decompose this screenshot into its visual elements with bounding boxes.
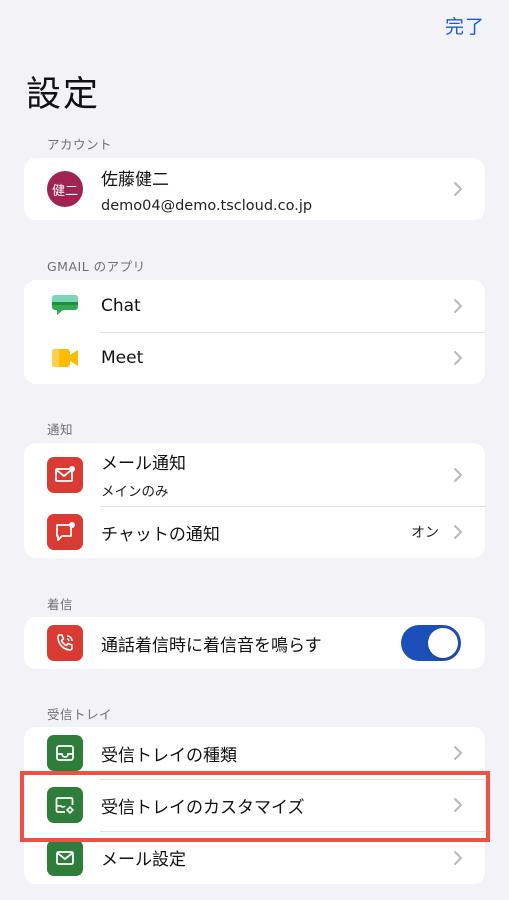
chevron-right-icon [454, 467, 462, 482]
chat-notification-row[interactable]: チャットの通知 オン [24, 506, 485, 558]
ringtone-label: 通話着信時に着信音を鳴らす [101, 635, 322, 656]
chevron-right-icon [454, 746, 462, 760]
chevron-right-icon [454, 525, 462, 539]
mail-notification-label: メール通知 [101, 454, 186, 474]
chevron-right-icon [454, 351, 462, 365]
phone-ring-icon [47, 625, 83, 661]
chevron-right-icon [454, 182, 462, 196]
mail-notification-icon [47, 456, 83, 493]
ringtone-card: 通話着信時に着信音を鳴らす [24, 617, 485, 669]
chat-notification-icon [47, 514, 83, 550]
inbox-card: 受信トレイの種類 受信トレイのカスタマイズ メール設定 [24, 727, 485, 884]
ringtone-row: 通話着信時に着信音を鳴らす [24, 617, 485, 669]
inbox-customize-row[interactable]: 受信トレイのカスタマイズ [24, 779, 485, 831]
chevron-right-icon [454, 299, 462, 313]
mail-settings-label: メール設定 [101, 850, 186, 870]
account-card: 健二 佐藤健二 demo04@demo.tscloud.co.jp [24, 158, 485, 220]
section-header-account: アカウント [47, 137, 113, 152]
ringtone-toggle[interactable] [401, 625, 461, 661]
done-button[interactable]: 完了 [445, 12, 485, 39]
section-header-gmail-apps: GMAIL のアプリ [47, 259, 146, 274]
section-header-notifications: 通知 [47, 422, 74, 437]
chat-app-label: Chat [101, 296, 141, 316]
meet-app-icon [47, 340, 83, 376]
section-header-ringtone: 着信 [47, 597, 74, 612]
account-email: demo04@demo.tscloud.co.jp [101, 197, 313, 214]
mail-notification-sub: メインのみ [101, 484, 169, 500]
meet-app-row[interactable]: Meet [24, 332, 485, 384]
inbox-customize-icon [47, 787, 83, 823]
inbox-icon [47, 735, 83, 771]
inbox-customize-label: 受信トレイのカスタマイズ [101, 797, 305, 818]
meet-app-label: Meet [101, 348, 144, 368]
notifications-card: メール通知 メインのみ チャットの通知 オン [24, 443, 485, 558]
chat-notification-value: オン [411, 525, 439, 541]
chat-app-icon [47, 288, 83, 324]
page-title: 設定 [26, 75, 101, 115]
mail-settings-icon [47, 839, 83, 876]
chat-notification-label: チャットの通知 [101, 524, 220, 545]
toggle-knob [428, 628, 458, 658]
inbox-type-label: 受信トレイの種類 [101, 745, 237, 766]
chevron-right-icon [454, 798, 462, 812]
account-name: 佐藤健二 [101, 169, 169, 190]
chat-app-row[interactable]: Chat [24, 280, 485, 332]
mail-notification-row[interactable]: メール通知 メインのみ [24, 443, 485, 506]
inbox-type-row[interactable]: 受信トレイの種類 [24, 727, 485, 779]
mail-settings-row[interactable]: メール設定 [24, 831, 485, 884]
avatar-initials: 健二 [47, 171, 83, 207]
avatar: 健二 [47, 171, 83, 207]
gmail-apps-card: Chat Meet [24, 280, 485, 384]
section-header-inbox: 受信トレイ [47, 707, 113, 722]
account-row[interactable]: 健二 佐藤健二 demo04@demo.tscloud.co.jp [24, 158, 485, 220]
chevron-right-icon [454, 850, 462, 865]
